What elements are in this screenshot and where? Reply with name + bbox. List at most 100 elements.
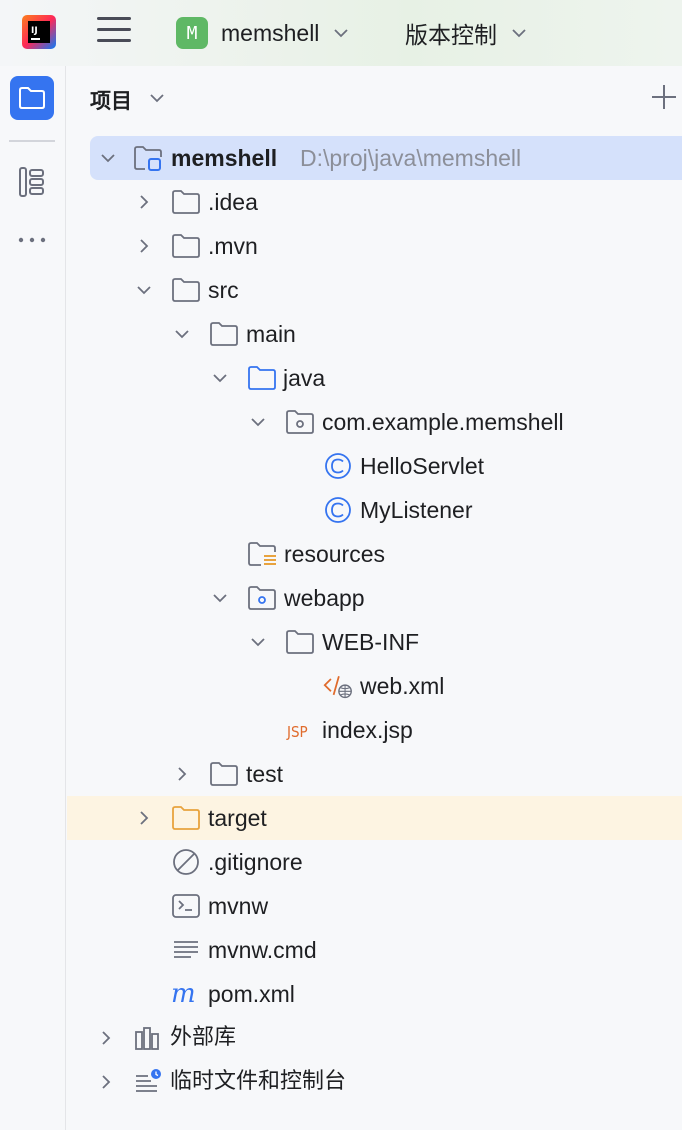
package-icon <box>286 410 314 434</box>
chevron-down-icon[interactable] <box>172 324 192 344</box>
tree-row-resources[interactable]: resources <box>67 532 682 576</box>
project-tool-button[interactable] <box>10 76 54 120</box>
chevron-down-icon[interactable] <box>98 148 118 168</box>
tree-row-root[interactable]: memshell D:\proj\java\memshell <box>67 136 682 180</box>
resources-label: resources <box>284 541 385 567</box>
tree-row-java[interactable]: java <box>67 356 682 400</box>
more-icon <box>18 237 46 243</box>
tree-row-idea[interactable]: .idea <box>67 180 682 224</box>
mvn-label: .mvn <box>208 233 258 259</box>
tree-row-hello-servlet[interactable]: HelloServlet <box>67 444 682 488</box>
tree-row-test[interactable]: test <box>67 752 682 796</box>
text-file-icon <box>174 941 198 958</box>
folder-icon <box>19 87 45 109</box>
root-path: D:\proj\java\memshell <box>300 145 522 171</box>
vcs-switcher[interactable]: 版本控制 <box>405 16 529 50</box>
svg-text:IJ: IJ <box>31 26 38 36</box>
chevron-right-icon[interactable] <box>172 764 192 784</box>
tree-row-webapp[interactable]: webapp <box>67 576 682 620</box>
src-label: src <box>208 277 239 303</box>
tree-row-index-jsp[interactable]: JSP index.jsp <box>67 708 682 752</box>
excluded-folder-icon <box>172 806 200 830</box>
external-libraries-label: 外部库 <box>170 1025 237 1050</box>
chevron-down-icon[interactable] <box>147 88 167 108</box>
more-tools-button[interactable] <box>16 232 48 243</box>
chevron-down-icon[interactable] <box>248 632 268 652</box>
project-name: memshell <box>221 19 320 46</box>
chevron-right-icon[interactable] <box>134 808 154 828</box>
web-inf-label: WEB-INF <box>322 629 420 655</box>
tree-row-main[interactable]: main <box>67 312 682 356</box>
idea-label: .idea <box>208 189 258 215</box>
project-switcher[interactable]: M memshell <box>176 16 351 50</box>
tree-row-web-xml[interactable]: web.xml <box>67 664 682 708</box>
mvnw-cmd-label: mvnw.cmd <box>208 937 317 963</box>
index-jsp-label: index.jsp <box>322 717 413 743</box>
folder-icon <box>172 234 200 258</box>
tree-row-external-libraries[interactable]: 外部库 <box>67 1016 682 1060</box>
tree-row-mvnw[interactable]: mvnw <box>67 884 682 928</box>
mvnw-label: mvnw <box>208 893 269 919</box>
resources-folder-icon <box>248 542 276 566</box>
chevron-right-icon[interactable] <box>96 1072 116 1092</box>
chevron-down-icon[interactable] <box>134 280 154 300</box>
ignore-file-icon <box>173 849 199 875</box>
tree-row-target[interactable]: target <box>67 796 682 840</box>
library-icon <box>135 1027 159 1050</box>
intellij-logo-icon[interactable]: IJ <box>22 15 56 49</box>
jsp-file-icon: JSP <box>286 723 308 741</box>
source-folder-icon <box>248 366 276 390</box>
chevron-right-icon[interactable] <box>96 1028 116 1048</box>
root-label: memshell <box>171 145 278 171</box>
pom-xml-label: pom.xml <box>208 981 295 1007</box>
folder-icon <box>172 278 200 302</box>
target-label: target <box>208 805 267 831</box>
tool-window-strip <box>0 66 66 1130</box>
vcs-label: 版本控制 <box>405 23 497 49</box>
chevron-down-icon[interactable] <box>210 588 230 608</box>
tree-row-mvnw-cmd[interactable]: mvnw.cmd <box>67 928 682 972</box>
web-xml-label: web.xml <box>360 673 445 699</box>
main-menu-button[interactable] <box>97 17 131 47</box>
tree-row-mvn[interactable]: .mvn <box>67 224 682 268</box>
chevron-down-icon[interactable] <box>248 412 268 432</box>
main-label: main <box>246 321 296 347</box>
chevron-right-icon[interactable] <box>134 192 154 212</box>
tree-row-scratches[interactable]: 临时文件和控制台 <box>67 1060 682 1104</box>
add-icon[interactable] <box>649 82 679 112</box>
gitignore-label: .gitignore <box>208 849 303 875</box>
structure-tool-button[interactable] <box>18 166 46 198</box>
tree-row-gitignore[interactable]: .gitignore <box>67 840 682 884</box>
scratches-icon <box>136 1069 161 1092</box>
folder-icon <box>172 190 200 214</box>
tool-separator <box>9 140 55 142</box>
web-folder-icon <box>248 586 276 610</box>
svg-text:JSP: JSP <box>286 723 308 741</box>
tree-row-src[interactable]: src <box>67 268 682 312</box>
project-badge: M <box>176 17 208 49</box>
main-toolbar: IJ M memshell 版本控制 <box>0 0 682 66</box>
chevron-down-icon[interactable] <box>210 368 230 388</box>
tree-row-pom-xml[interactable]: m pom.xml <box>67 972 682 1016</box>
svg-text:m: m <box>171 980 196 1008</box>
folder-icon <box>210 762 238 786</box>
module-folder-icon <box>134 146 162 171</box>
project-panel: 项目 memshell D:\proj\java\memshell .idea <box>67 66 682 1130</box>
shell-script-icon <box>172 894 200 918</box>
class-icon <box>325 497 351 523</box>
package-label: com.example.memshell <box>322 409 564 435</box>
folder-icon <box>210 322 238 346</box>
tree-row-web-inf[interactable]: WEB-INF <box>67 620 682 664</box>
panel-header: 项目 <box>67 66 682 132</box>
chevron-right-icon[interactable] <box>134 236 154 256</box>
class-icon <box>325 453 351 479</box>
tree-row-package[interactable]: com.example.memshell <box>67 400 682 444</box>
panel-title[interactable]: 项目 <box>90 85 132 115</box>
java-label: java <box>283 365 326 391</box>
tree-row-my-listener[interactable]: MyListener <box>67 488 682 532</box>
scratches-label: 临时文件和控制台 <box>170 1069 347 1094</box>
hello-servlet-label: HelloServlet <box>360 453 484 479</box>
my-listener-label: MyListener <box>360 497 473 523</box>
xml-file-icon <box>323 676 352 699</box>
chevron-down-icon <box>334 29 349 38</box>
